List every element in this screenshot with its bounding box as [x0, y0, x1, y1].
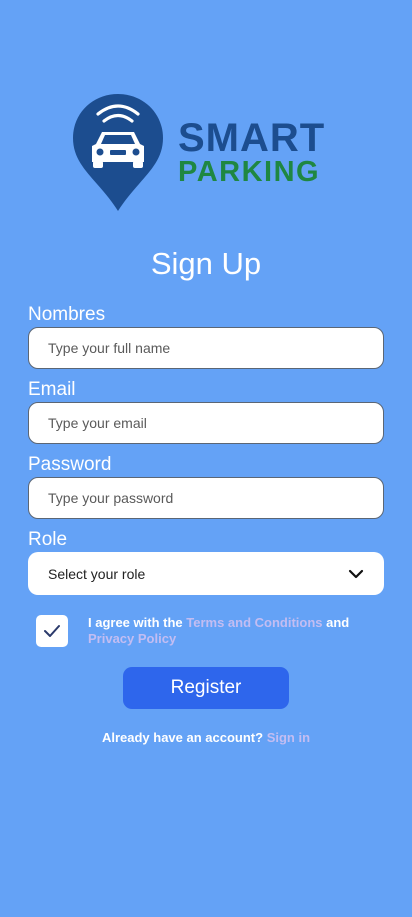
email-label: Email: [28, 379, 76, 400]
terms-checkbox[interactable]: [36, 615, 68, 647]
chevron-down-icon: [348, 569, 364, 578]
terms-link[interactable]: Terms and Conditions: [186, 615, 322, 630]
page-title: Sign Up: [150, 246, 262, 281]
signin-link[interactable]: Sign in: [267, 730, 310, 745]
terms-agreement-text: I agree with the Terms and Conditions an…: [88, 615, 378, 647]
logo-text-smart: SMART: [178, 116, 326, 160]
agree-middle: and: [322, 615, 350, 630]
password-input[interactable]: [28, 477, 384, 519]
email-input[interactable]: [28, 402, 384, 444]
role-select-value: Select your role: [48, 565, 146, 582]
privacy-policy-link[interactable]: Privacy Policy: [88, 631, 176, 646]
role-label: Role: [28, 529, 68, 550]
signin-prompt: Already have an account? Sign in: [0, 730, 412, 745]
full-name-input[interactable]: [28, 327, 384, 369]
password-label: Password: [28, 454, 112, 475]
signin-prompt-text: Already have an account?: [101, 730, 267, 745]
role-select[interactable]: Select your role: [28, 552, 384, 595]
checkmark-icon: [44, 625, 60, 637]
parking-pin-car-icon: [73, 94, 163, 211]
smart-parking-logo: SMART PARKING: [72, 92, 342, 214]
name-label: Nombres: [28, 304, 106, 325]
register-button[interactable]: Register: [123, 667, 289, 709]
logo-text-parking: PARKING: [178, 156, 321, 188]
agree-prefix: I agree with the: [88, 615, 187, 630]
